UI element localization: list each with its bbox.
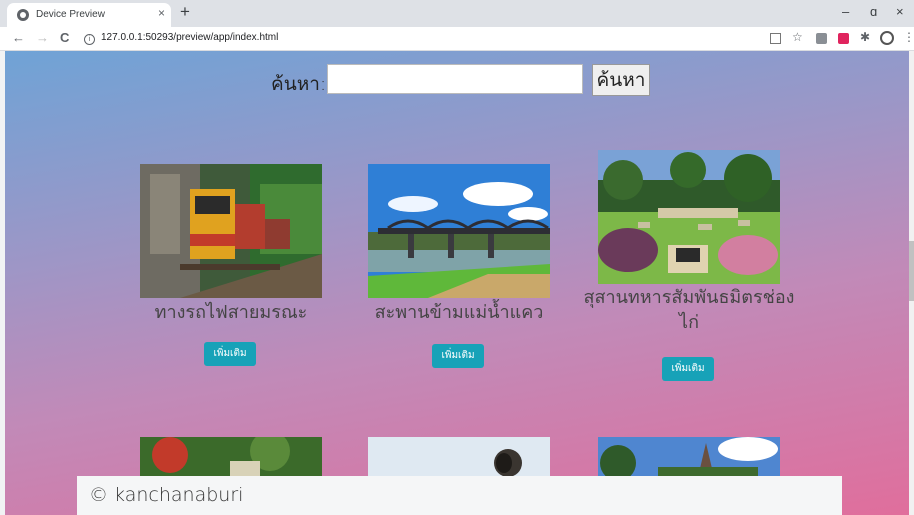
new-tab-button[interactable]: + [180,2,190,22]
footer-bar: © kanchanaburi [77,476,842,515]
profile-icon[interactable] [880,31,894,45]
death-railway-image [140,164,322,298]
browser-tab[interactable]: Device Preview × [7,3,171,27]
search-label: ค้นหา: [271,73,327,95]
cannon-photo [368,437,550,477]
war-cemetery-image [598,150,780,284]
browser-toolbar: ← → C i 127.0.0.1:50293/preview/app/index… [0,27,914,51]
allied-war-cemetery-photo [598,150,780,284]
star-icon[interactable]: ☆ [792,30,803,44]
minimize-button[interactable]: – [842,4,849,19]
place-name: สุสานทหารสัมพันธมิตรช่องไก่ [583,287,795,333]
search-button[interactable]: ค้นหา [592,64,650,96]
info-icon[interactable]: i [84,34,95,45]
place-name: ทางรถไฟสายมรณะ [154,302,308,323]
more-button[interactable]: เพิ่มเติม [204,342,256,366]
extension-icon[interactable] [816,33,827,44]
tab-title: Device Preview [36,9,105,20]
window-close-button[interactable]: × [896,4,904,19]
forward-button[interactable]: → [36,30,49,45]
tab-close-button[interactable]: × [158,6,165,20]
copyright-text: © kanchanaburi [89,484,244,506]
puzzle-icon[interactable]: ✱ [860,30,870,44]
reload-button[interactable]: C [60,30,69,45]
browser-tabstrip: Device Preview × + – ɑ × [0,0,914,27]
translate-icon[interactable] [770,33,781,44]
temple-ruins-image [598,437,780,477]
scrollbar-thumb[interactable] [909,241,914,301]
url-text: 127.0.0.1:50293/preview/app/index.html [101,32,279,43]
place-name: สะพานข้ามแม่น้ำแคว [374,302,544,323]
river-kwai-bridge-photo [368,164,550,298]
back-button[interactable]: ← [12,30,25,45]
temple-ruins-photo [598,437,780,477]
pocket-icon[interactable] [838,33,849,44]
more-button[interactable]: เพิ่มเติม [662,357,714,381]
search-input[interactable] [327,64,583,94]
death-railway-train-photo [140,164,322,298]
garden-image [140,437,322,477]
cannon-image [368,437,550,477]
garden-photo [140,437,322,477]
globe-icon [17,9,29,21]
maximize-button[interactable]: ɑ [870,4,877,19]
search-bar: ค้นหา: ค้นหา [5,64,909,96]
address-bar[interactable]: i 127.0.0.1:50293/preview/app/index.html [84,32,278,45]
river-kwai-image [368,164,550,298]
page-viewport: ค้นหา: ค้นหา ทางรถไฟสายมรณะ เพิ่มเติม สะ… [5,51,909,515]
page-scrollbar[interactable] [909,51,914,515]
menu-icon[interactable]: ⋮ [903,30,914,44]
more-button[interactable]: เพิ่มเติม [432,344,484,368]
